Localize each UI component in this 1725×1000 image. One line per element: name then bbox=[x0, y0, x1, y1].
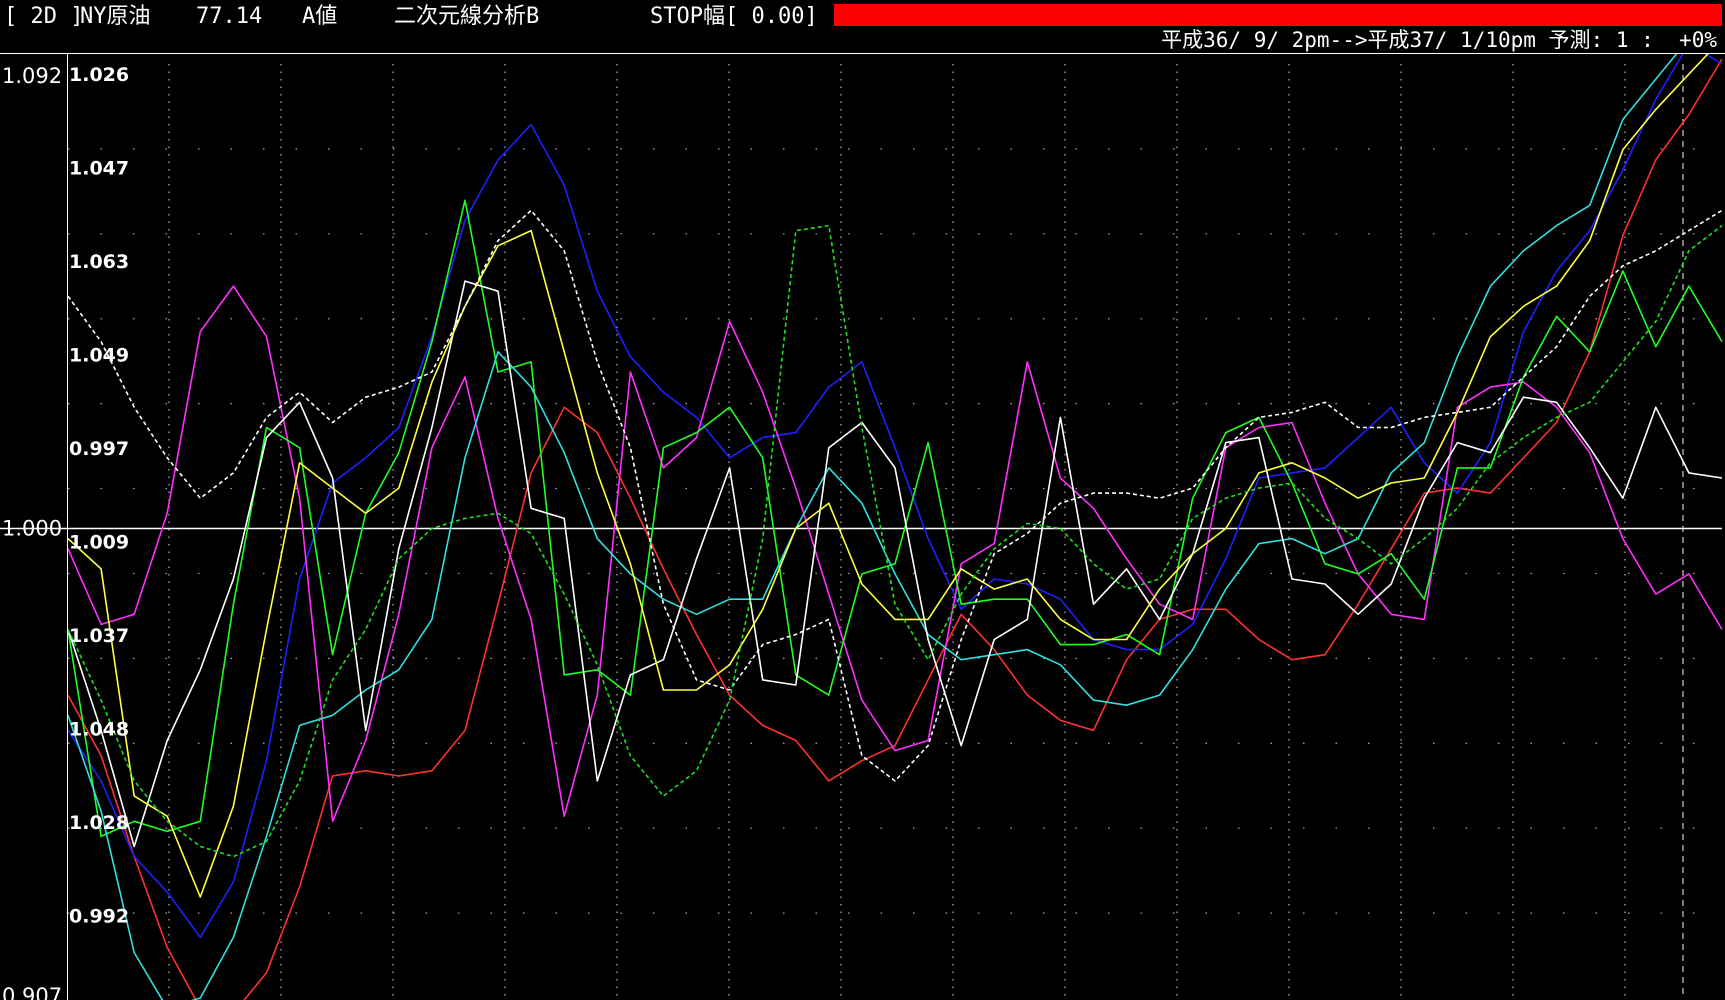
series-line-4 bbox=[67, 199, 1723, 838]
analysis-label[interactable]: 二次元線分析B bbox=[394, 2, 539, 32]
series-line-8 bbox=[67, 209, 1723, 782]
stop-width-label[interactable]: STOP幅[ 0.00] bbox=[650, 2, 818, 32]
timeframe-label[interactable]: [ 2D ] bbox=[4, 2, 83, 32]
y-tick-label-outer: 0.907 bbox=[2, 984, 62, 1000]
y-tick-label-inner: 0.997 bbox=[69, 438, 129, 460]
y-tick-label-outer: 1.000 bbox=[2, 516, 62, 540]
symbol-label[interactable]: NY原油 bbox=[80, 2, 151, 32]
y-tick-label-inner: 1.049 bbox=[69, 345, 129, 367]
y-tick-label-inner: 1.047 bbox=[69, 158, 129, 180]
y-tick-label-inner: 1.037 bbox=[69, 625, 129, 647]
status-bar bbox=[834, 4, 1722, 26]
chart-header: [ 2D ] NY原油 77.14 A値 二次元線分析B STOP幅[ 0.00… bbox=[0, 0, 1725, 54]
app-window: [ 2D ] NY原油 77.14 A値 二次元線分析B STOP幅[ 0.00… bbox=[0, 0, 1725, 1000]
line-chart[interactable]: 1.092 1.000 0.907 1.026 1.047 1.063 1.049 0.997… bbox=[0, 54, 1725, 1000]
series-line-5 bbox=[67, 54, 1678, 1000]
y-tick-label-inner: 1.063 bbox=[69, 251, 129, 273]
mode-label[interactable]: A値 bbox=[302, 2, 337, 32]
plot-left-border bbox=[67, 54, 68, 1000]
series-line-2 bbox=[67, 54, 1723, 939]
date-range-label: 平成36/ 9/ 2pm-->平成37/ 1/10pm 予測: 1 : +0% bbox=[1161, 28, 1717, 52]
y-tick-label-outer: 1.092 bbox=[2, 64, 62, 88]
y-tick-label-inner: 1.009 bbox=[69, 532, 129, 554]
y-tick-label-inner: 1.048 bbox=[69, 719, 129, 741]
y-tick-labels: 1.092 1.000 0.907 1.026 1.047 1.063 1.049 0.997… bbox=[2, 64, 129, 1000]
y-tick-label-inner: 0.992 bbox=[69, 906, 129, 928]
y-tick-label-inner: 1.028 bbox=[69, 812, 129, 834]
price-value: 77.14 bbox=[196, 4, 263, 29]
series-group bbox=[67, 54, 1723, 1000]
y-tick-label-inner: 1.026 bbox=[69, 64, 129, 86]
series-line-7 bbox=[67, 54, 1709, 898]
